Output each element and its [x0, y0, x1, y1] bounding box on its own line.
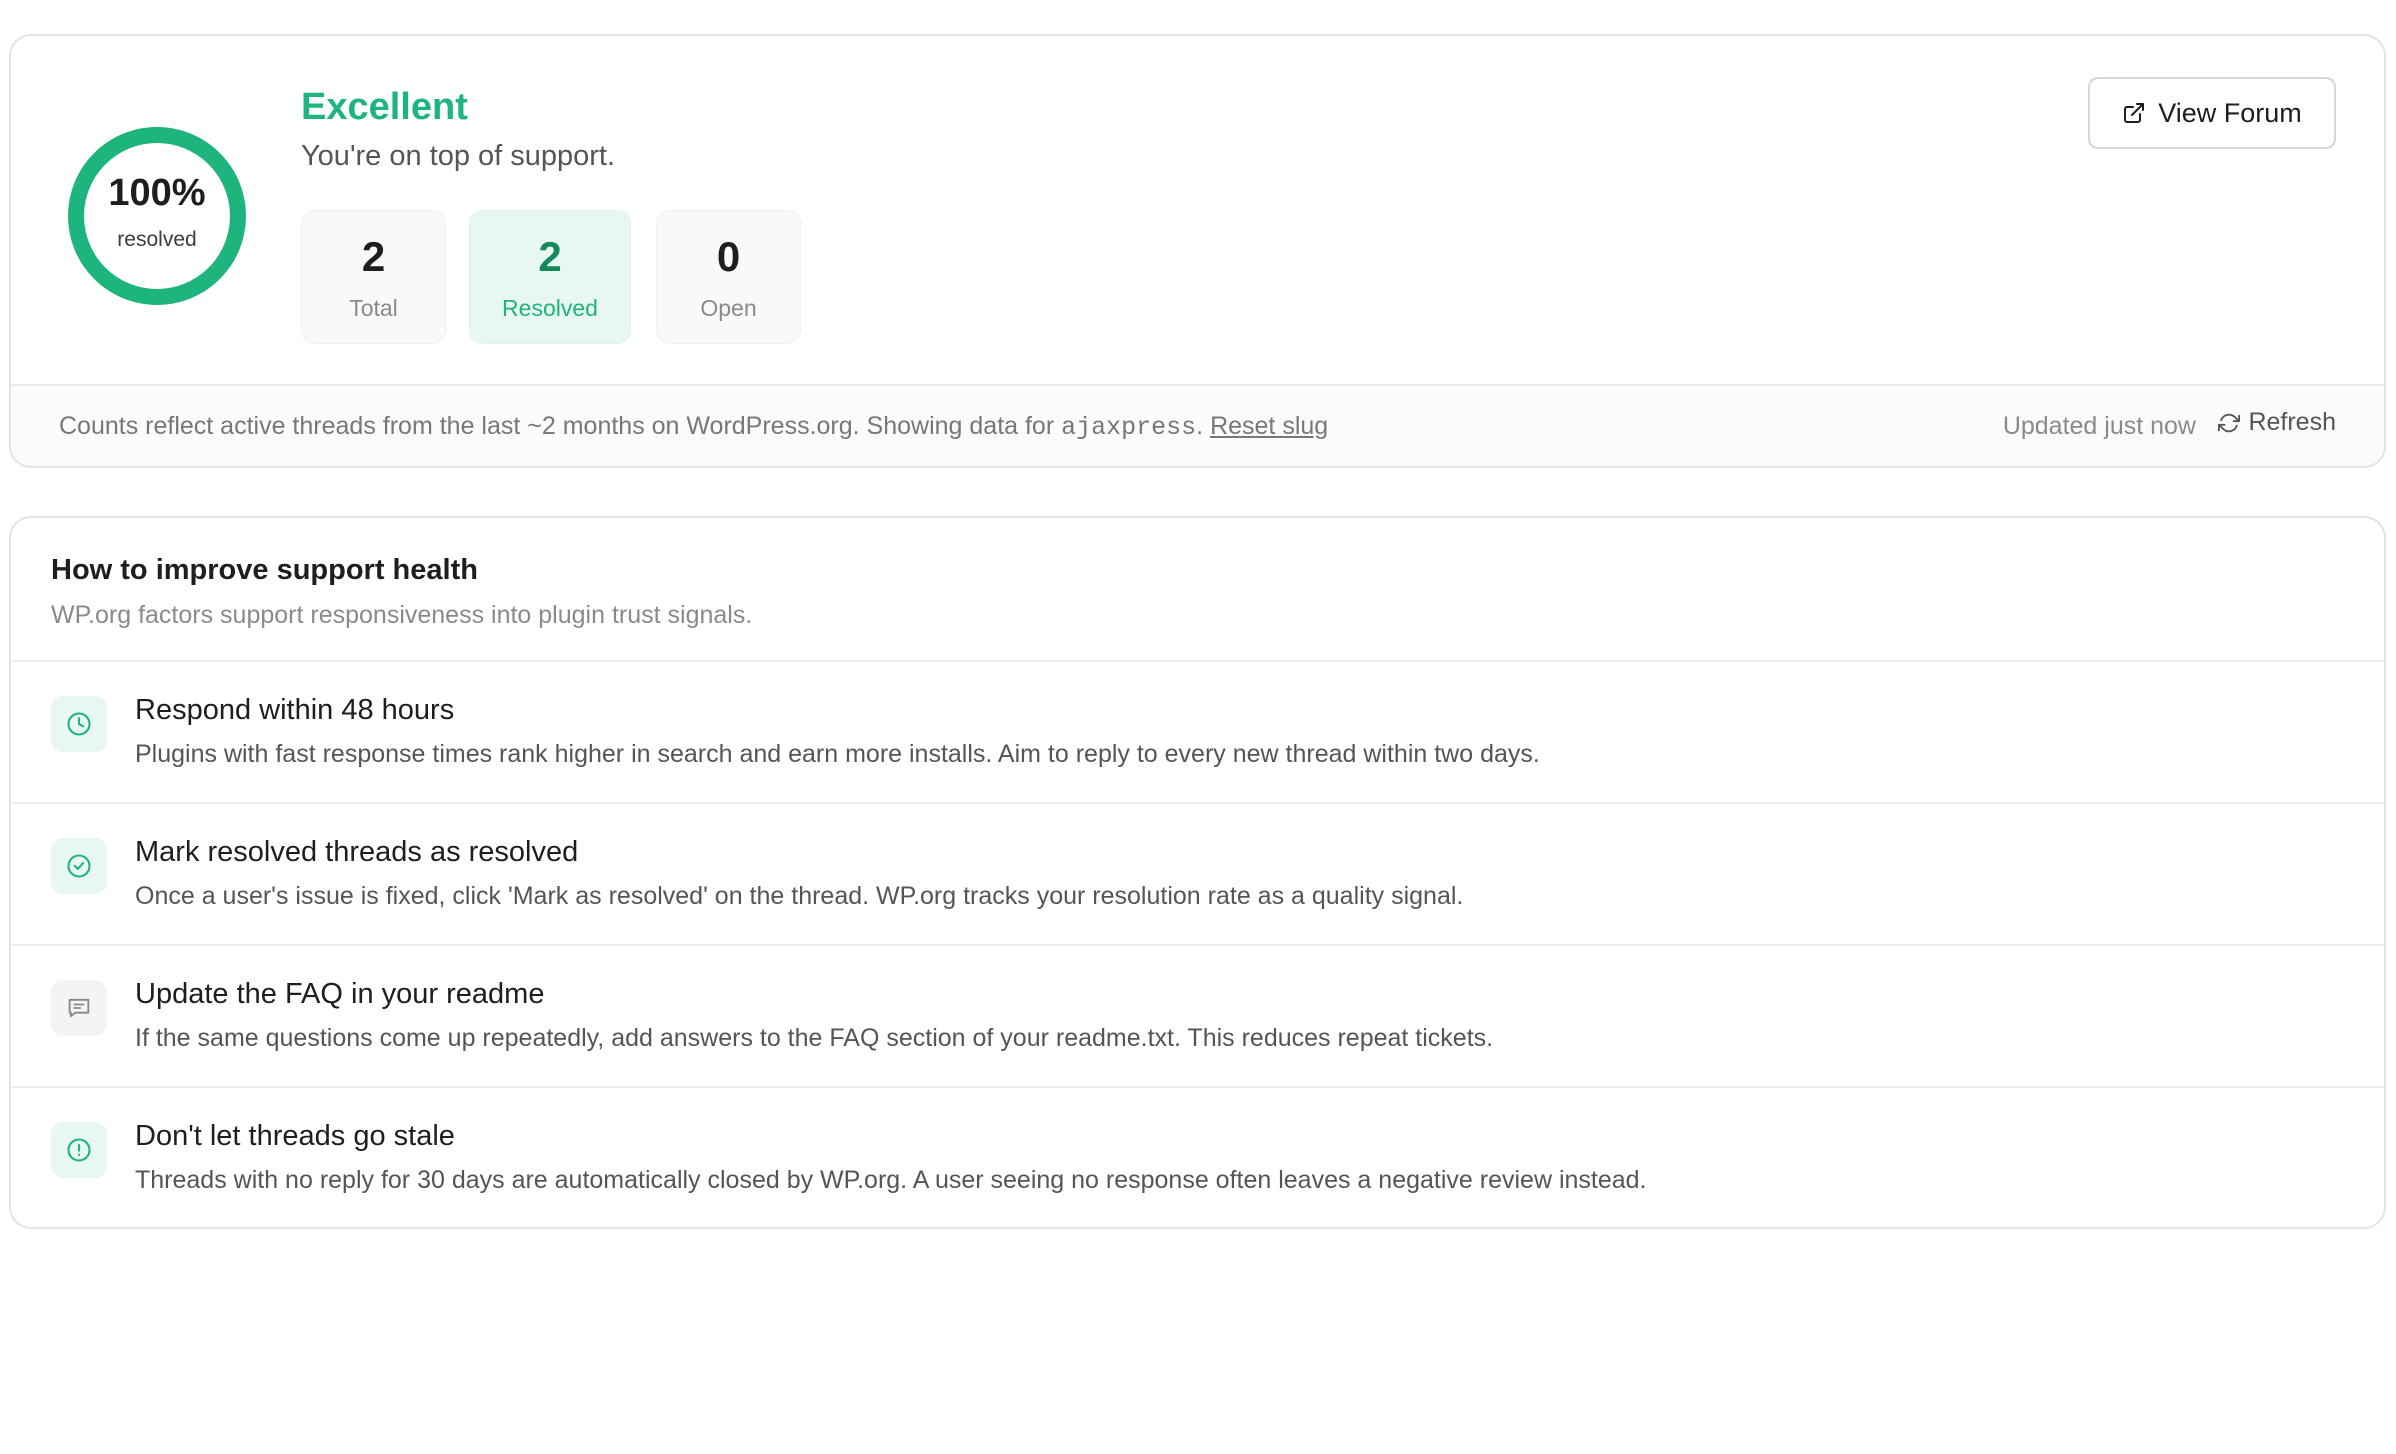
ring-chart [68, 127, 246, 305]
reset-slug-link[interactable]: Reset slug [1210, 412, 1328, 440]
footer-note-suffix: . [1196, 412, 1204, 440]
footer-note-prefix: Counts reflect active threads from the l… [59, 412, 1062, 440]
tip-title: Update the FAQ in your readme [135, 978, 545, 1010]
tip-item: Respond within 48 hours Plugins with fas… [11, 660, 2384, 802]
tip-title: Don't let threads go stale [135, 1120, 455, 1152]
stat-open-label: Open [700, 295, 757, 321]
clock-icon [67, 712, 91, 736]
ring-sub-label: resolved [117, 228, 197, 251]
chat-bubble-icon [68, 998, 90, 1018]
resolution-ring: 100% resolved [65, 124, 249, 308]
stat-resolved-label: Resolved [502, 295, 598, 321]
tip-description: Threads with no reply for 30 days are au… [135, 1166, 1647, 1194]
stat-resolved-value: 2 [538, 233, 562, 280]
alert-circle-icon [67, 1138, 91, 1162]
tip-description: Once a user's issue is fixed, click 'Mar… [135, 882, 1464, 910]
tip-item: Update the FAQ in your readme If the sam… [11, 944, 2384, 1086]
tip-icon-badge [51, 696, 107, 752]
stat-open-value: 0 [716, 233, 741, 280]
tip-title: Mark resolved threads as resolved [135, 836, 579, 868]
ring-percent: 100% [108, 172, 206, 214]
stat-total-value: 2 [361, 233, 386, 280]
stat-open: 0 Open [656, 210, 801, 344]
footer-note: Counts reflect active threads from the l… [59, 412, 1328, 442]
support-health-card: 100% resolved Excellent You're on top of… [9, 34, 2386, 468]
tip-item: Mark resolved threads as resolved Once a… [11, 802, 2384, 944]
stat-total: 2 Total [301, 210, 446, 344]
improve-tips-card: How to improve support health WP.org fac… [9, 516, 2386, 1229]
tips-title: How to improve support health [51, 554, 478, 586]
tips-subtitle: WP.org factors support responsiveness in… [51, 601, 753, 629]
health-footer: Counts reflect active threads from the l… [11, 384, 2384, 466]
plugin-slug: ajaxpress [1061, 413, 1197, 442]
tip-item: Don't let threads go stale Threads with … [11, 1086, 2384, 1227]
view-forum-button[interactable]: View Forum [2088, 77, 2336, 149]
external-link-icon [2124, 103, 2145, 123]
ring-progress [68, 127, 246, 305]
health-message: You're on top of support. [301, 140, 616, 172]
refresh-icon [2218, 413, 2241, 432]
health-rating: Excellent [301, 86, 468, 128]
tip-description: If the same questions come up repeatedly… [135, 1024, 1494, 1052]
tip-icon-badge [51, 1122, 107, 1178]
check-circle-icon [67, 854, 91, 878]
tip-icon-badge [51, 980, 107, 1036]
refresh-label: Refresh [2248, 408, 2336, 436]
tips-header: How to improve support health WP.org fac… [51, 554, 752, 630]
tip-title: Respond within 48 hours [135, 694, 455, 726]
stat-resolved: 2 Resolved [469, 210, 631, 344]
view-forum-label: View Forum [2158, 97, 2302, 128]
refresh-button[interactable]: Refresh [2218, 408, 2336, 437]
stat-total-label: Total [349, 295, 398, 321]
tip-icon-badge [51, 838, 107, 894]
updated-status: Updated just now [2002, 412, 2196, 440]
tip-description: Plugins with fast response times rank hi… [135, 740, 1540, 768]
